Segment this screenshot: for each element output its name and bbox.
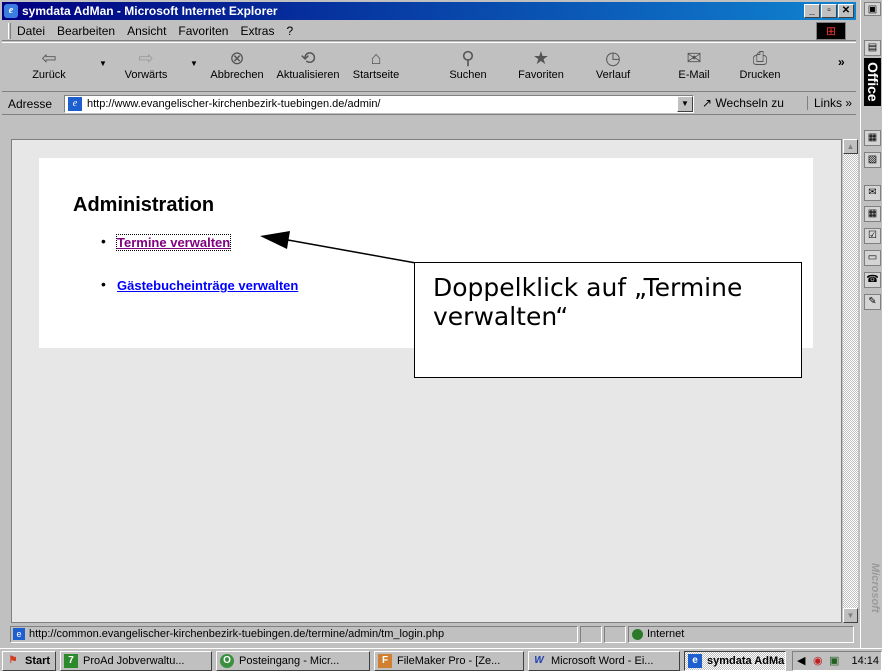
callout-arrowhead-icon <box>260 231 290 249</box>
task-proad[interactable]: 7 ProAd Jobverwaltu... <box>60 651 212 671</box>
status-bar: e http://common.evangelischer-kirchenbez… <box>2 625 856 644</box>
office-mail-icon[interactable]: ✉ <box>864 185 881 201</box>
page-status-icon: e <box>13 628 25 640</box>
task-posteingang[interactable]: O Posteingang - Micr... <box>216 651 370 671</box>
task-label: Microsoft Word - Ei... <box>551 655 654 667</box>
speaker-icon[interactable]: ◀ <box>797 652 805 670</box>
office-app-icon[interactable]: ▧ <box>864 152 881 168</box>
office-contact-icon[interactable]: ☎ <box>864 272 881 288</box>
status-cell <box>580 626 602 643</box>
office-menu-icon[interactable]: ▤ <box>864 40 881 56</box>
office-journal-icon[interactable]: ✎ <box>864 294 881 310</box>
task-label: Posteingang - Micr... <box>239 655 340 667</box>
start-label: Start <box>25 655 51 667</box>
taskbar: ⚑ Start 7 ProAd Jobverwaltu... O Postein… <box>0 648 882 671</box>
windows-flag-icon: ⚑ <box>8 655 18 666</box>
task-label: symdata AdMa... <box>707 655 786 667</box>
system-tray: ◀ ◉ ▣ 14:14 <box>792 651 882 671</box>
annotation-callout: Doppelklick auf „Termine verwalten“ <box>414 262 802 378</box>
tray-app-icon[interactable]: ◉ <box>813 652 823 670</box>
word-app-icon: W <box>534 655 544 666</box>
office-app-icon[interactable]: ▦ <box>864 130 881 146</box>
outlook-app-icon: O <box>220 654 234 668</box>
task-filemaker[interactable]: F FileMaker Pro - [Ze... <box>374 651 524 671</box>
task-label: ProAd Jobverwaltu... <box>83 655 185 667</box>
office-note-icon[interactable]: ▭ <box>864 250 881 266</box>
task-word[interactable]: W Microsoft Word - Ei... <box>528 651 680 671</box>
proad-app-icon: 7 <box>64 654 78 668</box>
globe-icon <box>632 629 643 640</box>
task-label: FileMaker Pro - [Ze... <box>397 655 501 667</box>
filemaker-app-icon: F <box>378 654 392 668</box>
status-url: http://common.evangelischer-kirchenbezir… <box>29 628 445 640</box>
office-label: Office <box>864 58 881 106</box>
callout-arrow-line <box>287 239 417 264</box>
start-button[interactable]: ⚑ Start <box>2 651 56 671</box>
task-symdata[interactable]: e symdata AdMa... <box>684 651 786 671</box>
status-text: e http://common.evangelischer-kirchenbez… <box>10 626 578 643</box>
status-cell <box>604 626 626 643</box>
browser-window: e symdata AdMan - Microsoft Internet Exp… <box>0 0 858 648</box>
office-calendar-icon[interactable]: ▦ <box>864 206 881 222</box>
office-shortcut-bar: ▣ ▤ Office ▦ ▧ ✉ ▦ ☑ ▭ ☎ ✎ Microsoft <box>860 0 882 648</box>
office-logo-icon[interactable]: ▣ <box>864 2 881 16</box>
zone-label: Internet <box>647 628 685 640</box>
office-task-icon[interactable]: ☑ <box>864 228 881 244</box>
ie-app-icon: e <box>688 654 702 668</box>
microsoft-brand: Microsoft <box>869 563 881 613</box>
status-zone: Internet <box>628 626 854 643</box>
clock[interactable]: 14:14 <box>851 655 879 667</box>
network-icon[interactable]: ▣ <box>829 652 839 670</box>
